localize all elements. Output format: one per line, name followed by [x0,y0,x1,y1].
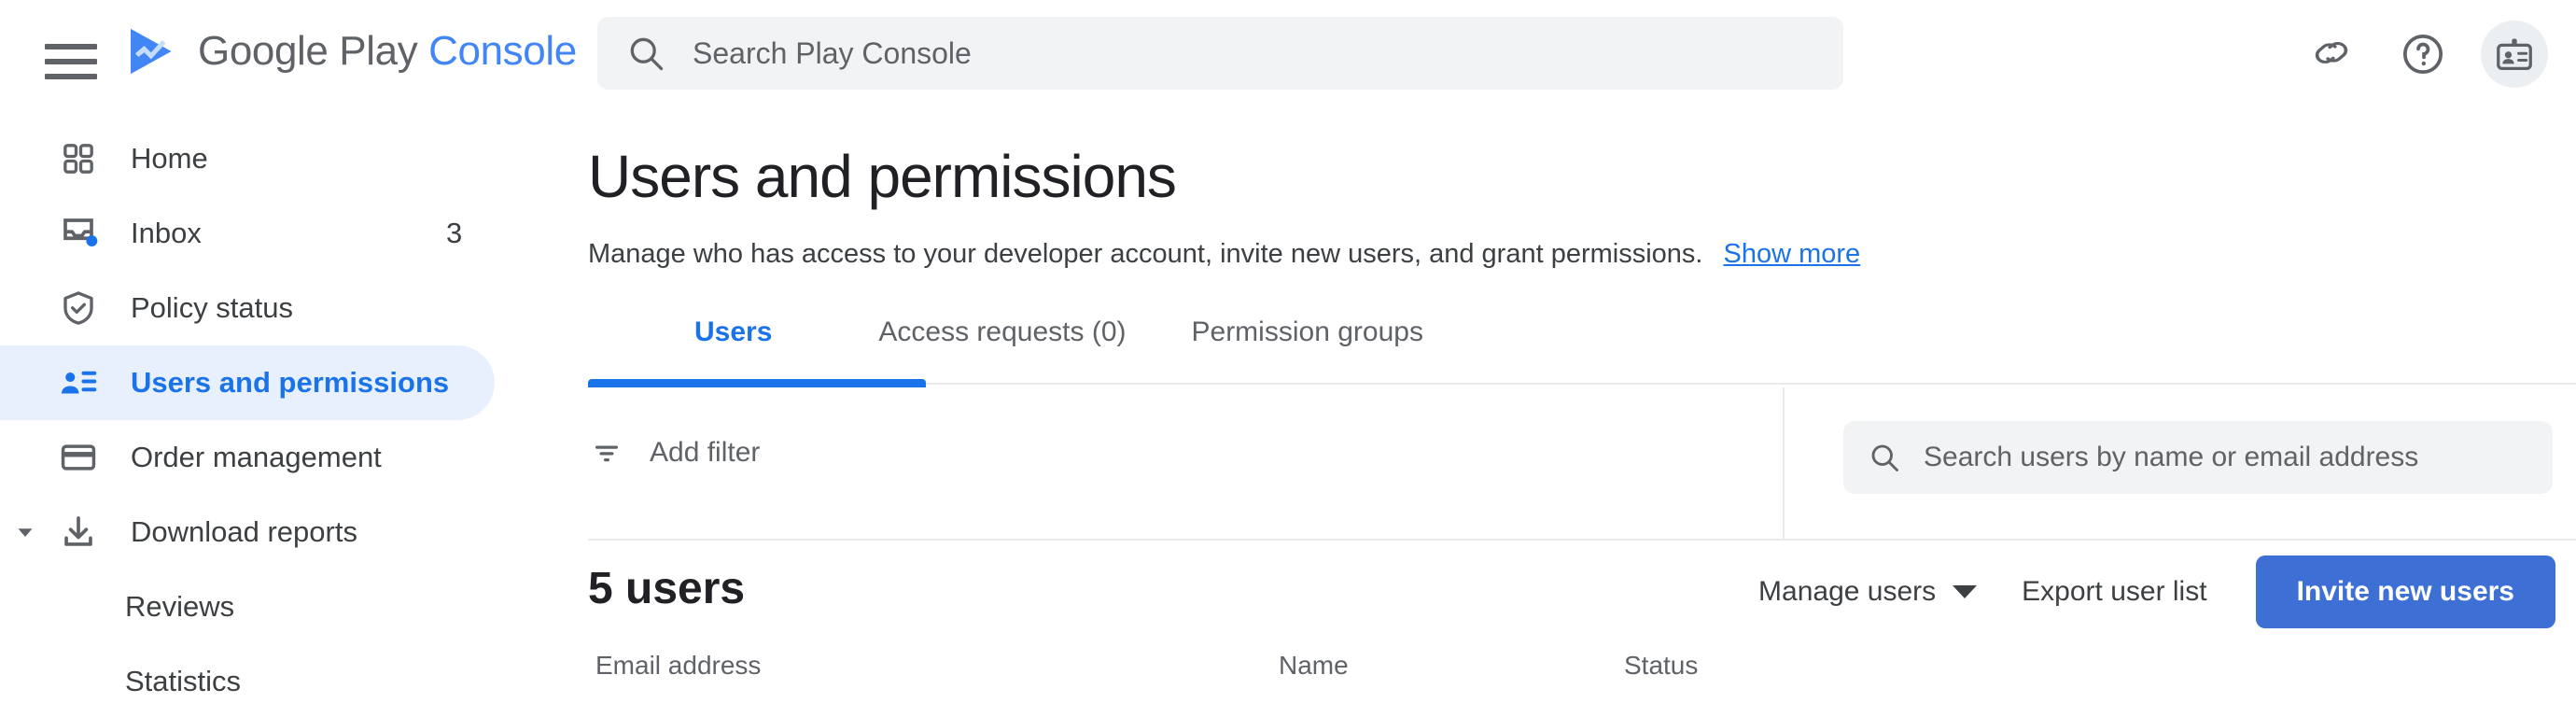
sidebar-item-users-and-permissions[interactable]: Users and permissions [0,345,495,420]
sidebar-item-download-reports[interactable]: Download reports [0,495,588,569]
sidebar-item-label: Download reports [131,515,357,548]
hamburger-line [45,44,97,49]
invite-new-users-button[interactable]: Invite new users [2255,555,2555,628]
users-table-header: Email address Name Status [588,651,2576,707]
sidebar-item-inbox[interactable]: Inbox 3 [0,196,588,271]
user-search-placeholder: Search users by name or email address [1924,442,2419,472]
sidebar-item-label: Order management [131,441,382,473]
credit-card-icon [58,437,99,478]
add-filter-button[interactable]: Add filter [590,436,760,470]
page-description-text: Manage who has access to your developer … [588,239,1703,269]
sidebar-item-label: Statistics [125,665,242,697]
sidebar-item-reviews[interactable]: Reviews [0,569,588,644]
page-title: Users and permissions [588,143,1177,210]
filter-horizontal-divider [588,539,2576,541]
filter-list-icon [595,445,618,462]
export-user-list-button[interactable]: Export user list [1999,559,2229,625]
help-button[interactable] [2389,21,2457,88]
tab-access-requests[interactable]: Access requests (0) [878,311,1126,348]
tab-permission-groups[interactable]: Permission groups [1192,311,1423,348]
sidebar-item-home[interactable]: Home [0,121,588,196]
person-list-icon [58,362,99,403]
inbox-unread-count: 3 [446,217,463,249]
tab-bar: Users Access requests (0) Permission gro… [588,311,2576,387]
column-header-name: Name [1279,651,1349,680]
brand-console: Console [428,28,577,74]
search-icon [1871,444,1898,471]
user-count: 5 users [588,564,746,613]
filter-vertical-divider [1783,387,1785,539]
sidebar-item-label: Home [131,142,208,175]
tab-users[interactable]: Users [694,311,772,348]
user-list-header: 5 users Manage users Export user list In… [588,548,2576,651]
manage-users-label: Manage users [1758,576,1937,607]
sidebar-item-label: Inbox [131,217,202,249]
account-badge-button[interactable] [2481,21,2548,88]
hamburger-line [45,59,97,64]
active-tab-indicator [588,379,926,387]
shield-check-icon [58,288,99,329]
main-content: Users and permissions Manage who has acc… [588,121,2576,717]
search-icon [630,37,664,71]
account-badge-icon [2497,38,2532,70]
user-search-input[interactable]: Search users by name or email address [1843,421,2553,494]
sidebar-item-label: Users and permissions [131,366,450,399]
play-console-page: Google Play Console Search Play Console [0,0,2576,717]
grid-apps-icon [58,138,99,179]
hamburger-line [45,74,97,79]
brand-logo-area[interactable]: Google Play Console [125,24,577,78]
hamburger-menu-icon[interactable] [45,43,97,80]
sidebar-item-label: Policy status [131,291,294,324]
column-header-status: Status [1624,651,1699,680]
column-header-email: Email address [595,651,762,680]
link-icon [2315,42,2348,63]
download-icon [58,512,99,553]
chevron-down-icon[interactable] [11,518,39,546]
copy-link-button[interactable] [2298,21,2365,88]
manage-users-button[interactable]: Manage users [1736,559,1999,625]
show-more-link[interactable]: Show more [1723,239,1860,270]
filter-row: Add filter Search users by name or email… [588,387,2576,548]
sidebar-item-policy-status[interactable]: Policy status [0,271,588,345]
google-play-logo [131,28,172,75]
sidebar-item-label: Reviews [125,590,235,623]
sidebar-item-order-management[interactable]: Order management [0,420,588,495]
sidebar-nav: Home Inbox 3 Policy status Users and per… [0,121,588,717]
page-description: Manage who has access to your developer … [588,239,2576,270]
inbox-tray-icon [58,213,99,254]
top-bar-actions [2298,21,2548,88]
sidebar-item-statistics[interactable]: Statistics [0,644,588,717]
top-app-bar: Google Play Console Search Play Console [0,0,2576,121]
global-search-input[interactable]: Search Play Console [597,17,1843,90]
global-search-placeholder: Search Play Console [693,35,972,70]
help-circle-icon [2402,34,2443,75]
add-filter-label: Add filter [650,437,761,468]
user-list-actions: Manage users Export user list Invite new… [1736,555,2555,628]
brand-text: Google Play Console [198,28,577,75]
chevron-down-icon [1953,585,1978,598]
brand-google-play: Google Play [198,28,418,74]
